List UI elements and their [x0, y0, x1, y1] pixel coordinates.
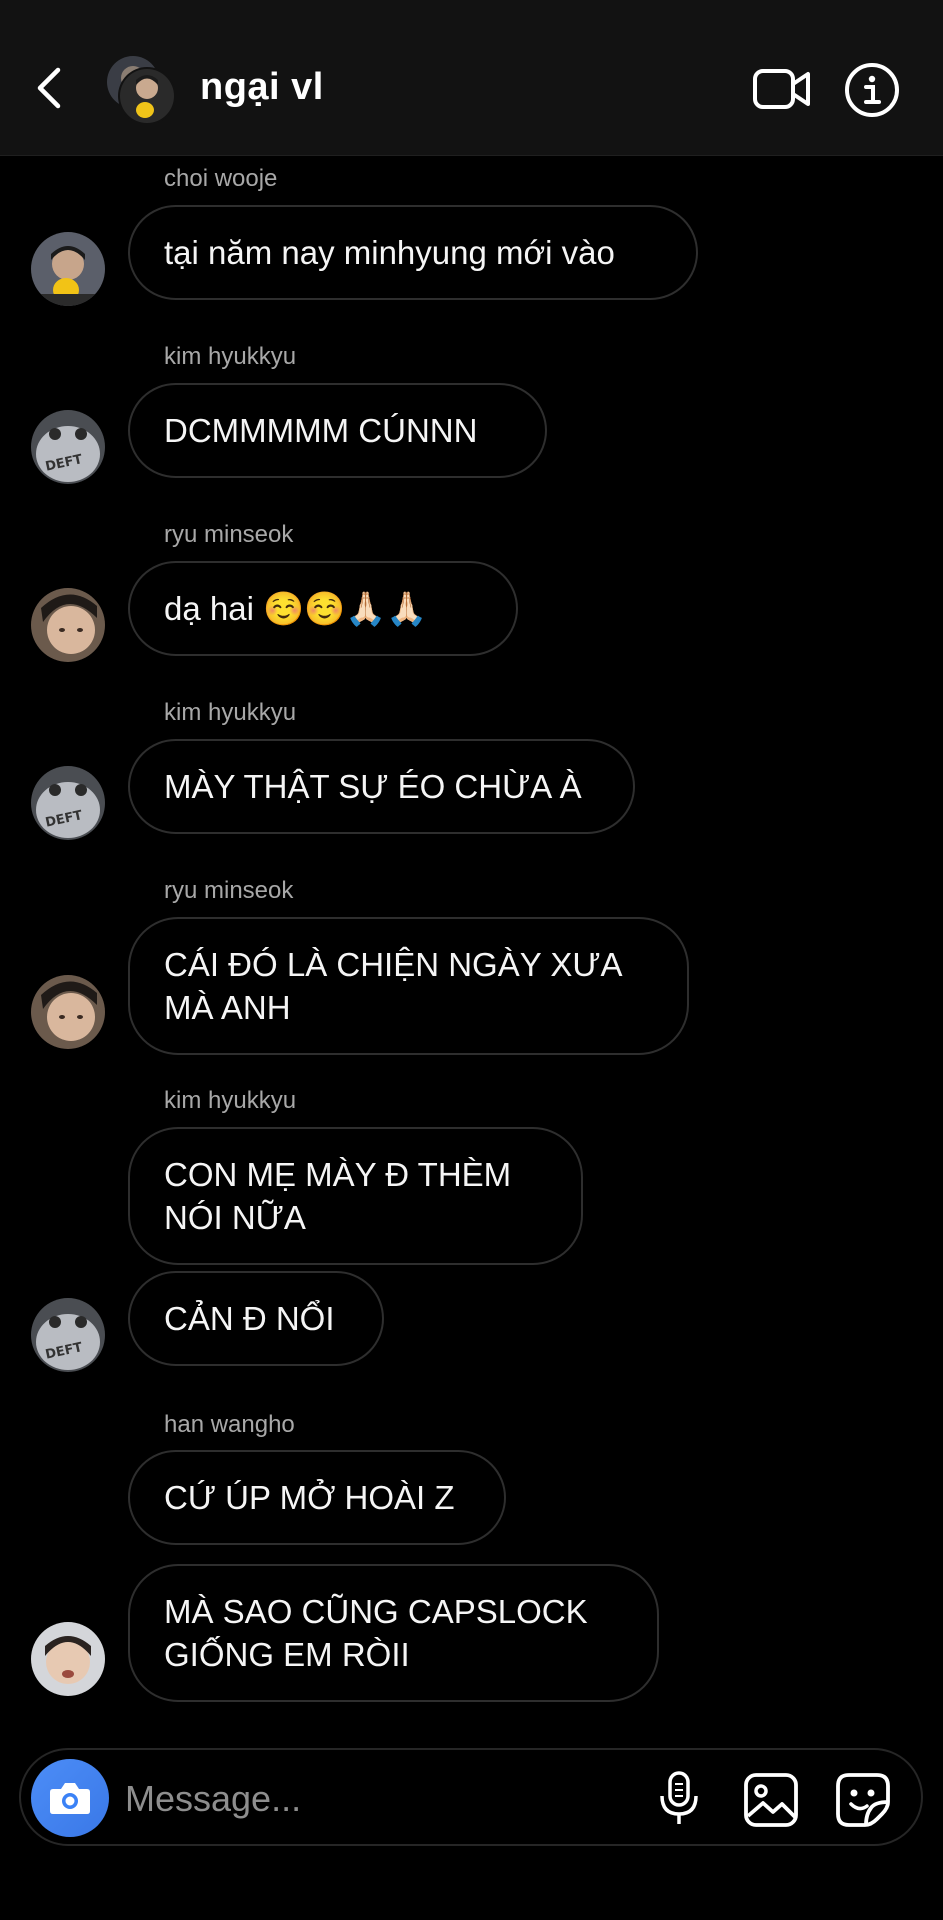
chevron-left-icon	[37, 67, 61, 109]
message-bubble[interactable]: DCMMMMM CÚNNN	[128, 383, 547, 478]
info-button[interactable]	[844, 62, 900, 118]
gallery-icon	[744, 1773, 798, 1827]
chat-title[interactable]: ngại vl	[200, 66, 324, 109]
sender-name: kim hyukkyu	[164, 1087, 297, 1114]
microphone-icon	[660, 1771, 698, 1824]
gallery-button[interactable]	[743, 1772, 799, 1828]
sender-name: kim hyukkyu	[164, 699, 297, 726]
camera-button[interactable]	[31, 1759, 109, 1837]
message-bubble[interactable]: CẢN Đ NỔI	[128, 1271, 384, 1366]
microphone-button[interactable]	[657, 1770, 701, 1828]
chat-header: ngại vl	[0, 0, 943, 156]
message-composer	[19, 1748, 923, 1846]
sender-name: ryu minseok	[164, 521, 294, 548]
message-bubble[interactable]: CÁI ĐÓ LÀ CHIỆN NGÀY XƯA MÀ ANH	[128, 917, 689, 1055]
avatar-kim-hyukkyu[interactable]: DEFT	[31, 1298, 105, 1372]
message-bubble[interactable]: CON MẸ MÀY Đ THÈM NÓI NỮA	[128, 1127, 583, 1265]
message-bubble[interactable]: CỨ ÚP MỞ HOÀI Z	[128, 1450, 506, 1545]
sender-name: choi wooje	[164, 165, 278, 192]
message-bubble[interactable]: MÀY THẬT SỰ ÉO CHỪA À	[128, 739, 635, 834]
video-call-button[interactable]	[752, 66, 812, 112]
message-bubble[interactable]: MÀ SAO CŨNG CAPSLOCK GIỐNG EM RÒII	[128, 1564, 659, 1702]
sticker-button[interactable]	[835, 1772, 891, 1828]
message-input[interactable]	[123, 1770, 647, 1828]
back-button[interactable]	[30, 62, 70, 114]
avatar-kim-hyukkyu[interactable]: DEFT	[31, 766, 105, 840]
sender-name: ryu minseok	[164, 877, 294, 904]
avatar-ryu-minseok[interactable]	[31, 975, 105, 1049]
video-camera-icon	[753, 69, 810, 109]
group-avatar[interactable]	[103, 52, 179, 128]
message-bubble[interactable]: tại năm nay minhyung mới vào	[128, 205, 698, 300]
camera-icon	[50, 1783, 90, 1814]
sender-name: kim hyukkyu	[164, 343, 297, 370]
avatar-han-wangho[interactable]	[31, 1622, 105, 1696]
sender-name: han wangho	[164, 1411, 295, 1438]
message-bubble[interactable]: dạ hai ☺️☺️🙏🏻🙏🏻	[128, 561, 518, 656]
sticker-icon	[836, 1773, 890, 1827]
info-icon	[845, 63, 899, 117]
avatar-choi-wooje[interactable]	[31, 232, 105, 306]
avatar-kim-hyukkyu[interactable]: DEFT	[31, 410, 105, 484]
avatar-ryu-minseok[interactable]	[31, 588, 105, 662]
